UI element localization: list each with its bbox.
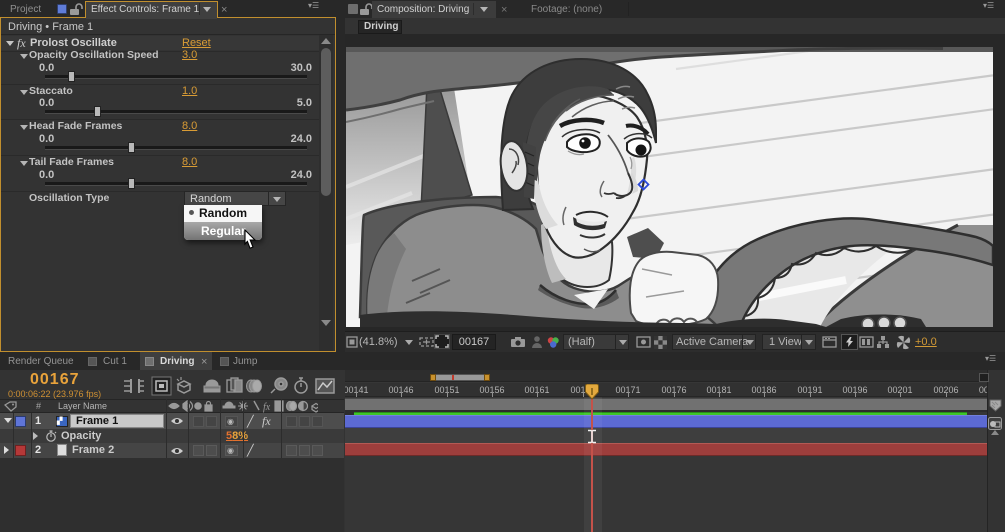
- svg-text:fx: fx: [263, 402, 271, 413]
